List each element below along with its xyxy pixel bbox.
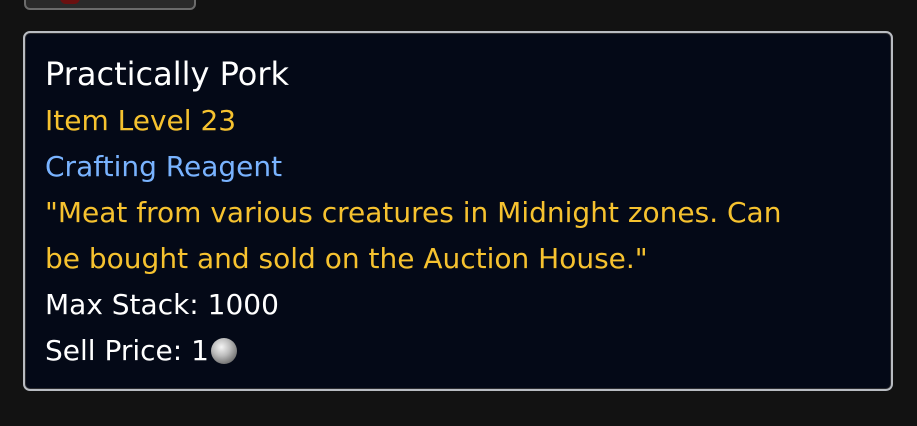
max-stack: Max Stack: 1000 — [45, 288, 279, 321]
item-tooltip: Practically Pork Item Level 23 Crafting … — [23, 31, 893, 391]
item-icon-slot[interactable] — [24, 0, 196, 10]
item-icon — [60, 0, 80, 4]
flavor-text-line-2: be bought and sold on the Auction House.… — [45, 242, 648, 275]
item-level: Item Level 23 — [45, 104, 237, 137]
silver-coin-icon — [210, 338, 237, 364]
sell-price: Sell Price: 1 — [45, 328, 891, 374]
item-type: Crafting Reagent — [45, 150, 283, 183]
flavor-text-line-1: "Meat from various creatures in Midnight… — [45, 196, 782, 229]
sell-price-label: Sell Price: 1 — [45, 334, 209, 367]
item-name: Practically Pork — [45, 55, 290, 93]
